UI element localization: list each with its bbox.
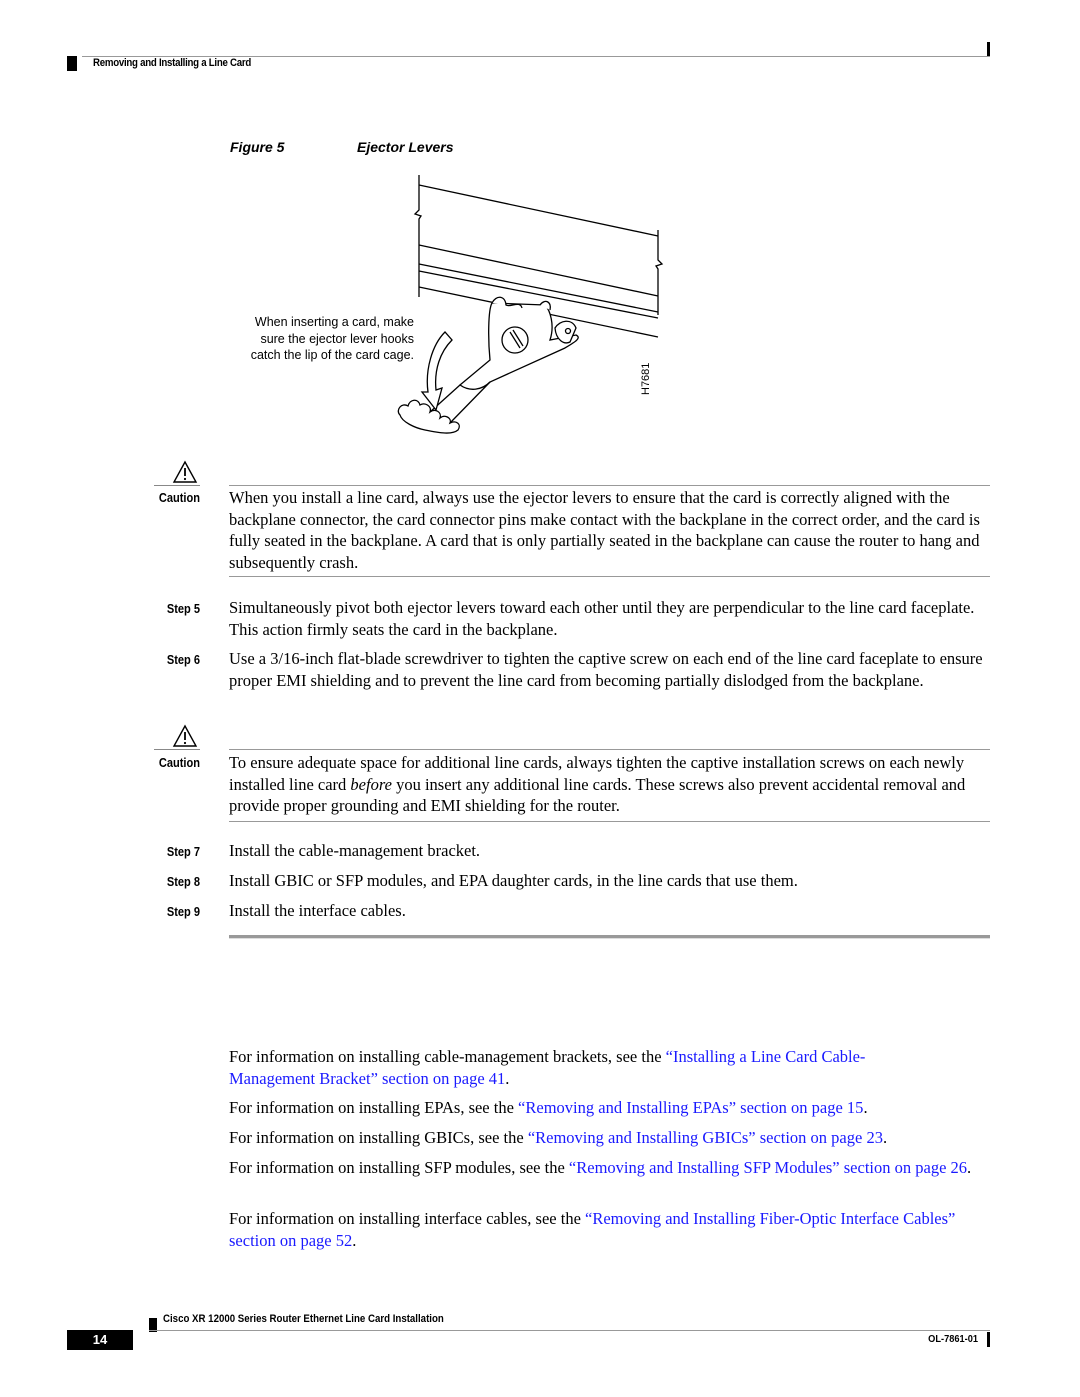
reference-suffix: . <box>505 1068 510 1088</box>
procedure-end-rule <box>229 935 990 939</box>
step-label: Step 6 <box>166 652 200 667</box>
reference-paragraph: For information on installing GBICs, see… <box>229 1127 991 1149</box>
reference-suffix: . <box>967 1158 972 1177</box>
callout-line: catch the lip of the card cage. <box>250 348 414 362</box>
caution-bottom-rule <box>229 576 990 577</box>
caution-text-emphasis: before <box>350 774 392 794</box>
caution-text: When you install a line card, always use… <box>229 488 980 572</box>
figure-callout: When inserting a card, make sure the eje… <box>224 314 414 364</box>
footer-rule <box>149 1330 990 1331</box>
footer-right-bar <box>987 1332 990 1347</box>
reference-paragraph: For information on installing SFP module… <box>229 1157 991 1179</box>
step-text: Install GBIC or SFP modules, and EPA dau… <box>229 871 798 890</box>
caution-label: Caution <box>158 755 200 770</box>
reference-suffix: . <box>352 1230 357 1250</box>
caution-label: Caution <box>158 490 200 505</box>
reference-prefix: For information on installing SFP module… <box>229 1158 569 1177</box>
step-label: Step 9 <box>166 904 200 919</box>
step-text: Install the cable-management bracket. <box>229 841 481 860</box>
reference-paragraph: For information on installing EPAs, see … <box>229 1097 991 1119</box>
footer-doc-title: Cisco XR 12000 Series Router Ethernet Li… <box>163 1313 444 1325</box>
step-label: Step 7 <box>166 844 200 859</box>
reference-prefix: For information on installing interface … <box>229 1209 586 1228</box>
page-number: 14 <box>67 1330 133 1350</box>
caution-top-rule <box>229 485 990 486</box>
figure-label: Figure 5 <box>230 139 285 155</box>
reference-suffix: . <box>863 1098 868 1117</box>
reference-suffix: . <box>882 1128 888 1147</box>
reference-paragraph: For information on installing interface … <box>229 1208 991 1251</box>
step-text: Install the interface cables. <box>229 901 406 920</box>
ejector-lever <box>397 296 579 434</box>
reference-paragraph: For information on installing cable-mana… <box>229 1046 929 1089</box>
reference-prefix: For information on installing GBICs, see… <box>229 1128 528 1147</box>
step-text: Simultaneously pivot both ejector levers… <box>229 598 975 639</box>
caution-icon-rule <box>154 485 200 486</box>
cross-reference-link[interactable]: “Removing and Installing GBICs” section … <box>528 1128 883 1147</box>
callout-line: When inserting a card, make <box>254 315 414 329</box>
insertion-arrow-icon <box>420 331 453 412</box>
figure-title: Ejector Levers <box>357 139 454 155</box>
step-label: Step 5 <box>166 601 200 616</box>
caution-icon-rule <box>154 749 200 750</box>
cross-reference-link[interactable]: “Removing and Installing SFP Modules” se… <box>569 1158 967 1177</box>
callout-line: sure the ejector lever hooks <box>260 331 414 346</box>
reference-prefix: For information on installing cable-mana… <box>229 1047 666 1066</box>
cross-reference-link[interactable]: “Removing and Installing EPAs” section o… <box>518 1098 863 1117</box>
step-label: Step 8 <box>166 874 200 889</box>
reference-prefix: For information on installing EPAs, see … <box>229 1098 519 1117</box>
header-right-bar <box>987 42 990 57</box>
running-header-title: Removing and Installing a Line Card <box>93 57 252 69</box>
ejector-lever-illustration <box>397 175 664 434</box>
caution-bottom-rule <box>229 821 990 822</box>
document-id: OL-7861-01 <box>928 1333 978 1345</box>
caution-top-rule <box>229 749 990 750</box>
caution-text: To ensure adequate space for additional … <box>229 752 991 817</box>
figure-art-id: H7681 <box>640 362 652 395</box>
header-block-marker <box>67 56 77 71</box>
step-text: Use a 3/16-inch flat-blade screwdriver t… <box>229 649 983 690</box>
